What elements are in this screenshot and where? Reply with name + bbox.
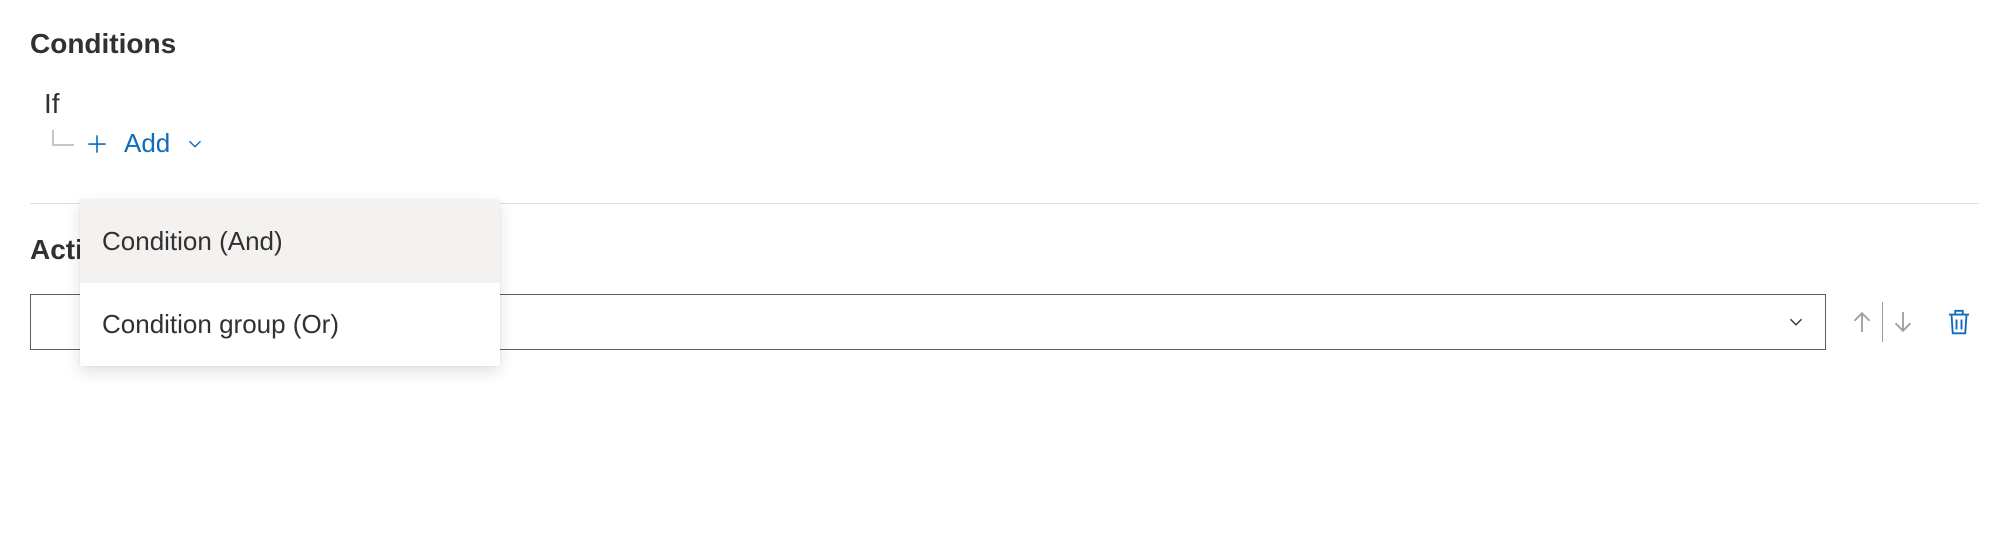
plus-icon (84, 131, 110, 157)
add-label: Add (124, 128, 170, 159)
chevron-down-icon (1785, 311, 1807, 333)
conditions-heading: Conditions (30, 28, 1979, 60)
delete-button[interactable] (1939, 302, 1979, 342)
conditions-section: Conditions If Add (30, 28, 1979, 163)
chevron-down-icon (184, 133, 206, 155)
menu-item-condition-group-or[interactable]: Condition group (Or) (80, 283, 500, 366)
menu-item-condition-and[interactable]: Condition (And) (80, 200, 500, 283)
add-condition-dropdown: Condition (And) Condition group (Or) (80, 200, 500, 366)
if-label: If (44, 88, 1979, 120)
action-icon-group (1842, 302, 1923, 342)
condition-tree-row: Add (48, 124, 1979, 163)
move-down-button[interactable] (1883, 302, 1923, 342)
tree-branch-icon (48, 134, 76, 154)
add-condition-button[interactable]: Add (82, 124, 208, 163)
move-up-button[interactable] (1842, 302, 1882, 342)
